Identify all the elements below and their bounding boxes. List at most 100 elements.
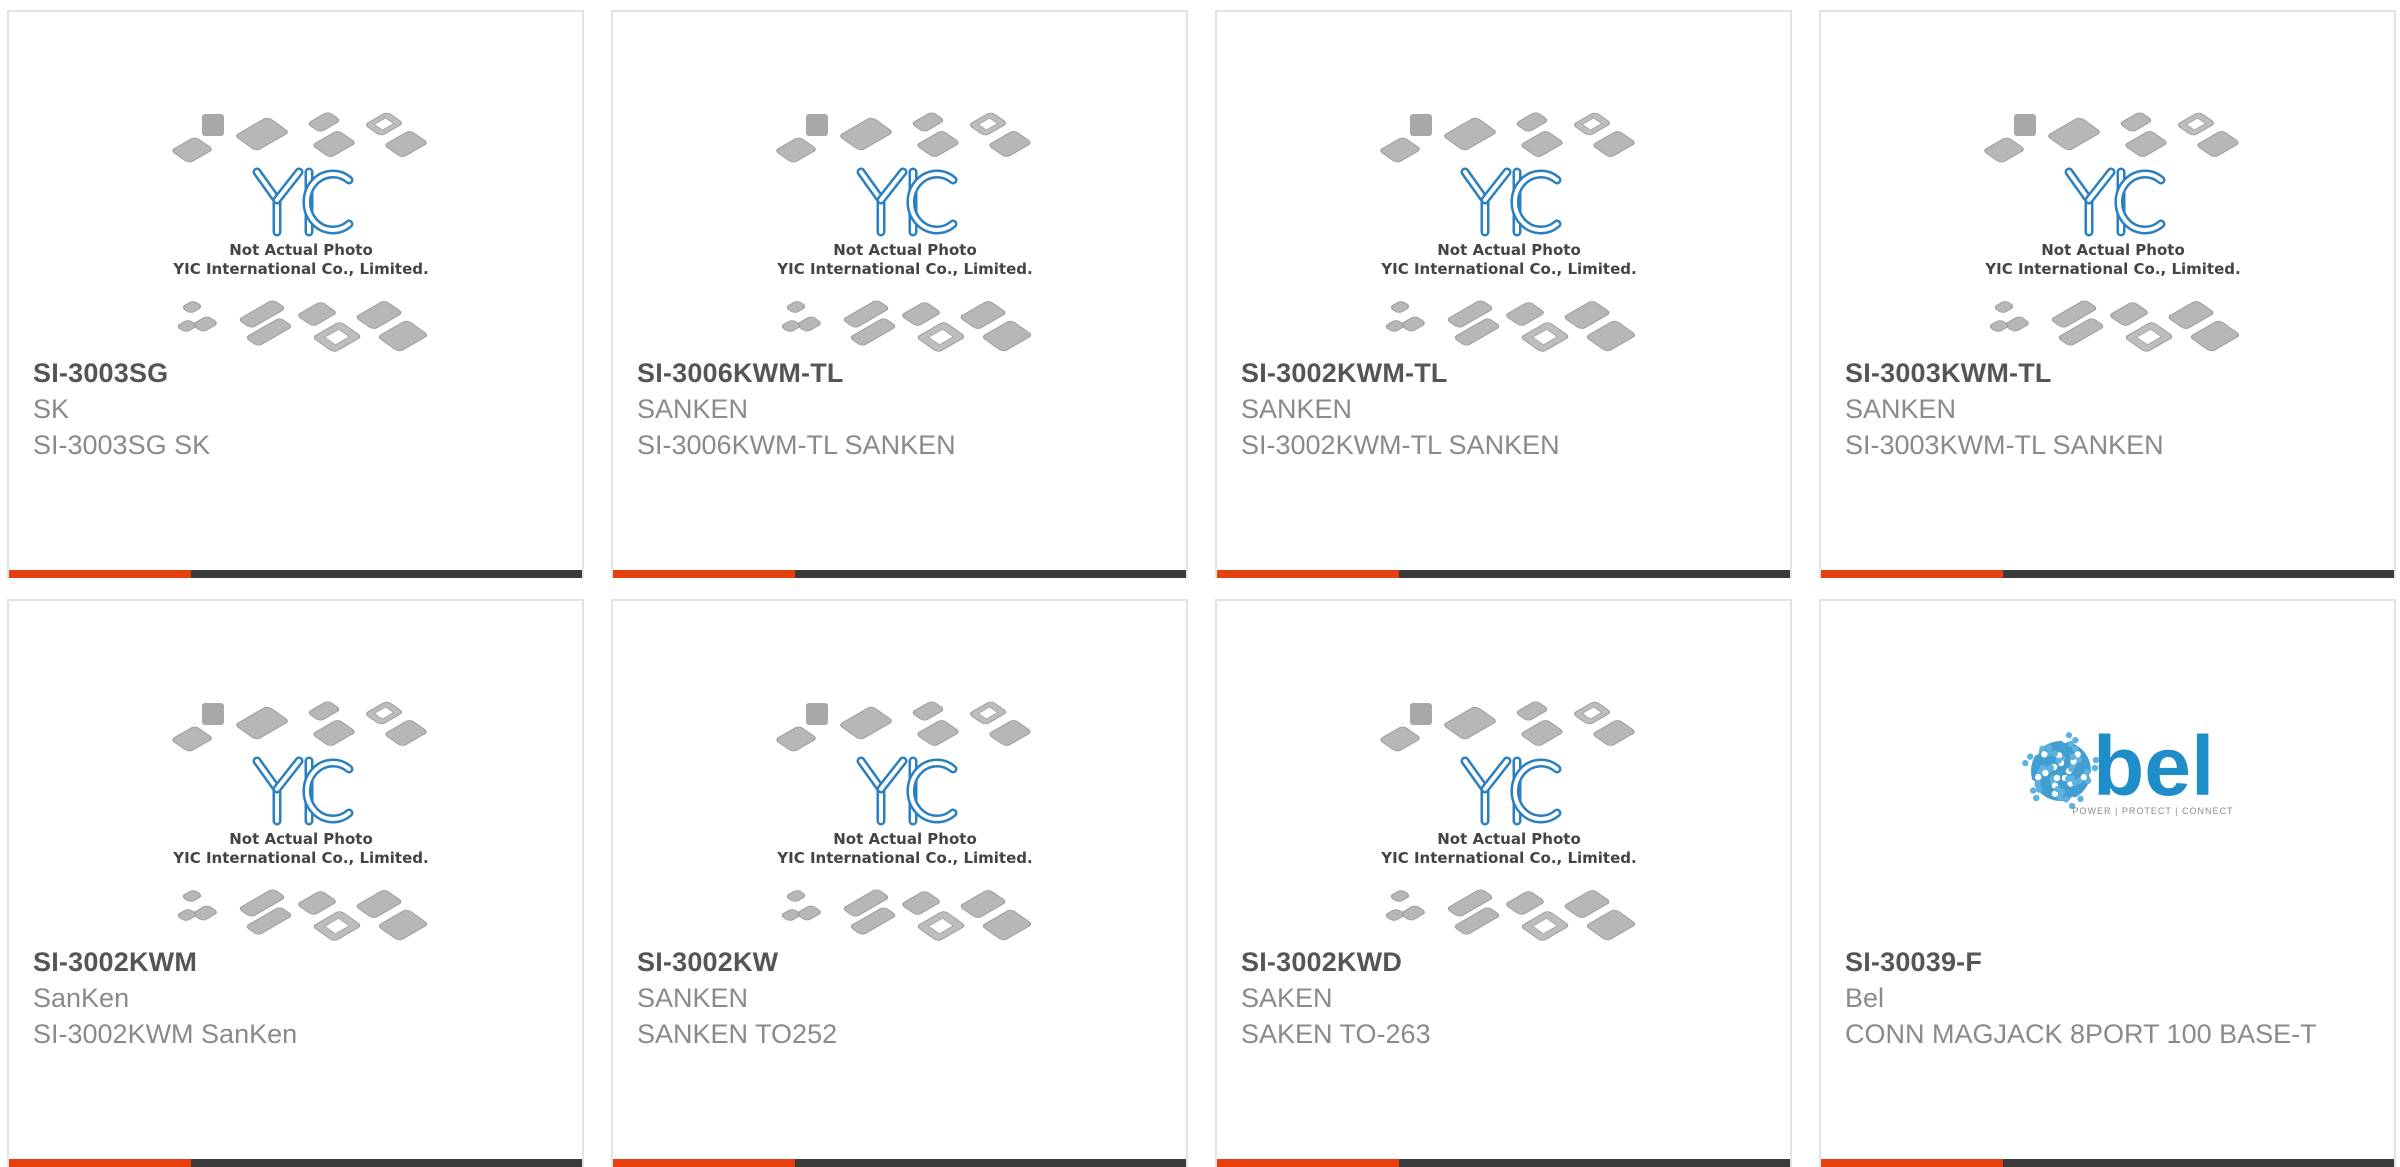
part-number[interactable]: SI-3006KWM-TL — [637, 355, 1156, 391]
placeholder-line1: Not Actual Photo — [1437, 830, 1581, 848]
chip-square-icon — [202, 114, 224, 136]
placeholder-line1: Not Actual Photo — [229, 241, 373, 259]
chip-square-icon — [2014, 114, 2036, 136]
description: SI-3002KWM-TL SANKEN — [1241, 430, 1560, 460]
card-footer-bar — [1821, 1159, 2394, 1167]
yic-logo — [2064, 167, 2166, 237]
part-number[interactable]: SI-3003KWM-TL — [1845, 355, 2364, 391]
placeholder-line2: YIC International Co., Limited. — [1984, 260, 2240, 278]
chip-cluster-top — [172, 701, 427, 752]
description: SI-3003KWM-TL SANKEN — [1845, 430, 2164, 460]
card-footer-bar — [1821, 570, 2394, 578]
card-footer-bar — [9, 1159, 582, 1167]
product-card[interactable]: Not Actual Photo YIC International Co., L… — [1215, 10, 1792, 578]
chip-cluster-top — [172, 112, 427, 163]
placeholder-line2: YIC International Co., Limited. — [172, 849, 428, 867]
part-number[interactable]: SI-3002KWM-TL — [1241, 355, 1760, 391]
manufacturer: SanKen — [33, 983, 130, 1013]
chip-cluster-bottom — [1989, 300, 2240, 352]
description: CONN MAGJACK 8PORT 100 BASE-T — [1845, 1019, 2317, 1049]
card-accent-bar — [9, 1159, 191, 1167]
bel-wordmark: bel — [2093, 719, 2214, 813]
manufacturer: SANKEN — [1845, 394, 1957, 424]
chip-cluster-bottom — [1385, 300, 1636, 352]
card-accent-bar — [1217, 570, 1399, 578]
product-card[interactable]: Not Actual Photo YIC International Co., L… — [611, 599, 1188, 1167]
placeholder-line2: YIC International Co., Limited. — [1380, 849, 1636, 867]
description: SANKEN TO252 — [637, 1019, 838, 1049]
chip-square-icon — [806, 703, 828, 725]
placeholder-line2: YIC International Co., Limited. — [172, 260, 428, 278]
card-footer-bar — [1217, 1159, 1790, 1167]
chip-cluster-top — [1380, 701, 1635, 752]
chip-square-icon — [1410, 114, 1432, 136]
product-image[interactable]: Not Actual Photo YIC International Co., L… — [1821, 82, 2394, 357]
yic-logo — [252, 756, 354, 826]
manufacturer: SK — [33, 394, 70, 424]
chip-square-icon — [806, 114, 828, 136]
chip-square-icon — [1410, 703, 1432, 725]
product-image[interactable]: Not Actual Photo YIC International Co., L… — [613, 671, 1186, 946]
product-image[interactable]: Not Actual Photo YIC International Co., L… — [613, 82, 1186, 357]
manufacturer: SANKEN — [637, 394, 749, 424]
part-number[interactable]: SI-3002KWM — [33, 944, 552, 980]
card-footer-bar — [613, 570, 1186, 578]
card-accent-bar — [9, 570, 191, 578]
card-footer-bar — [1217, 570, 1790, 578]
product-card[interactable]: Not Actual Photo YIC International Co., L… — [7, 599, 584, 1167]
placeholder-line1: Not Actual Photo — [833, 830, 977, 848]
description: SI-3003SG SK — [33, 430, 211, 460]
product-card[interactable]: Not Actual Photo YIC International Co., L… — [7, 10, 584, 578]
product-card[interactable]: bel POWER | PROTECT | CONNECT SI-30039-F … — [1819, 599, 2396, 1167]
chip-cluster-bottom — [1385, 889, 1636, 941]
card-accent-bar — [1821, 1159, 2003, 1167]
card-accent-bar — [1217, 1159, 1399, 1167]
bel-tagline: POWER | PROTECT | CONNECT — [2072, 806, 2233, 816]
description: SAKEN TO-263 — [1241, 1019, 1431, 1049]
product-image[interactable]: Not Actual Photo YIC International Co., L… — [9, 671, 582, 946]
description: SI-3006KWM-TL SANKEN — [637, 430, 956, 460]
product-card[interactable]: Not Actual Photo YIC International Co., L… — [611, 10, 1188, 578]
product-card[interactable]: Not Actual Photo YIC International Co., L… — [1215, 599, 1792, 1167]
manufacturer: Bel — [1845, 983, 1885, 1013]
yic-logo — [856, 167, 958, 237]
bel-logo: belPOWER | PROTECT | CONNECT — [2022, 719, 2233, 816]
placeholder-line2: YIC International Co., Limited. — [776, 849, 1032, 867]
chip-cluster-bottom — [177, 300, 428, 352]
chip-cluster-top — [1380, 112, 1635, 163]
placeholder-line1: Not Actual Photo — [1437, 241, 1581, 259]
card-footer-bar — [9, 570, 582, 578]
part-number[interactable]: SI-30039-F — [1845, 944, 2364, 980]
part-number[interactable]: SI-3002KW — [637, 944, 1156, 980]
placeholder-line2: YIC International Co., Limited. — [1380, 260, 1636, 278]
chip-square-icon — [202, 703, 224, 725]
chip-cluster-bottom — [781, 889, 1032, 941]
card-footer-bar — [613, 1159, 1186, 1167]
card-accent-bar — [613, 1159, 795, 1167]
manufacturer: SANKEN — [1241, 394, 1353, 424]
part-number[interactable]: SI-3003SG — [33, 355, 552, 391]
yic-logo — [856, 756, 958, 826]
chip-cluster-bottom — [781, 300, 1032, 352]
product-grid: Not Actual Photo YIC International Co., L… — [0, 0, 2400, 1167]
placeholder-line1: Not Actual Photo — [229, 830, 373, 848]
card-accent-bar — [1821, 570, 2003, 578]
product-image[interactable]: bel POWER | PROTECT | CONNECT — [1821, 671, 2394, 946]
product-card[interactable]: Not Actual Photo YIC International Co., L… — [1819, 10, 2396, 578]
manufacturer: SANKEN — [637, 983, 749, 1013]
placeholder-line2: YIC International Co., Limited. — [776, 260, 1032, 278]
description: SI-3002KWM SanKen — [33, 1019, 298, 1049]
placeholder-line1: Not Actual Photo — [2041, 241, 2185, 259]
chip-cluster-top — [776, 701, 1031, 752]
chip-cluster-top — [776, 112, 1031, 163]
manufacturer: SAKEN — [1241, 983, 1333, 1013]
placeholder-line1: Not Actual Photo — [833, 241, 977, 259]
part-number[interactable]: SI-3002KWD — [1241, 944, 1760, 980]
product-image[interactable]: Not Actual Photo YIC International Co., L… — [1217, 671, 1790, 946]
product-image[interactable]: Not Actual Photo YIC International Co., L… — [1217, 82, 1790, 357]
yic-logo — [252, 167, 354, 237]
card-accent-bar — [613, 570, 795, 578]
chip-cluster-top — [1984, 112, 2239, 163]
chip-cluster-bottom — [177, 889, 428, 941]
product-image[interactable]: Not Actual Photo YIC International Co., L… — [9, 82, 582, 357]
